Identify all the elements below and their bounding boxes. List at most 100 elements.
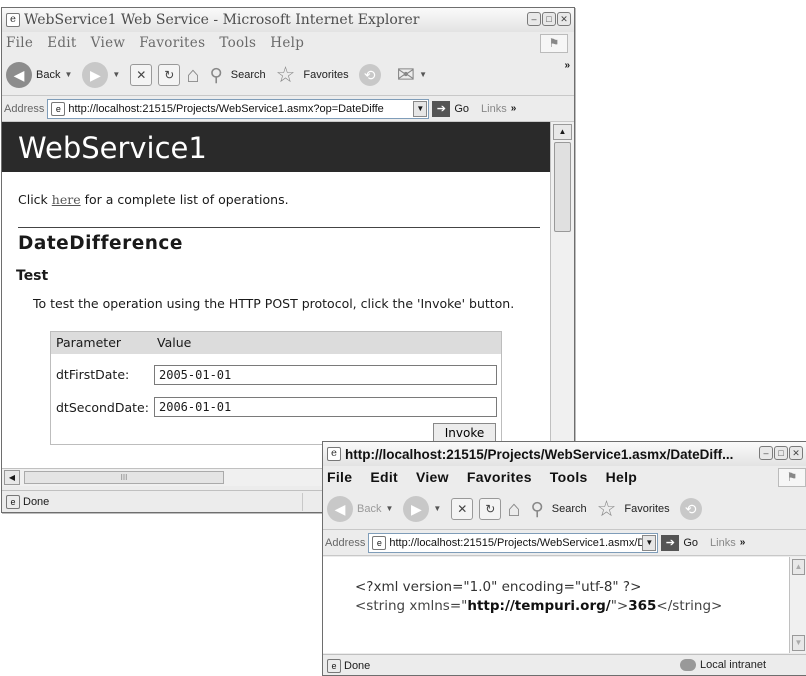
- favorites-button-label[interactable]: Favorites: [303, 69, 348, 81]
- address-label: Address: [4, 102, 45, 115]
- status-text: Done: [23, 495, 50, 508]
- title-bar[interactable]: e http://localhost:21515/Projects/WebSer…: [323, 442, 806, 466]
- menu-tools[interactable]: Tools: [550, 469, 588, 485]
- scroll-up-icon[interactable]: ▲: [553, 124, 572, 140]
- address-bar: Address e http://localhost:21515/Project…: [2, 96, 574, 122]
- menu-favorites[interactable]: Favorites: [139, 35, 205, 51]
- back-button-label[interactable]: Back: [36, 69, 60, 81]
- search-icon[interactable]: ⚲: [210, 64, 223, 86]
- intro-before: Click: [18, 192, 52, 207]
- forward-arrow-icon[interactable]: ▶: [403, 495, 430, 522]
- refresh-icon[interactable]: ↻: [479, 497, 502, 520]
- window-title: http://localhost:21515/Projects/WebServi…: [345, 446, 734, 462]
- operation-title: DateDifference: [18, 233, 183, 254]
- vertical-scrollbar[interactable]: ▲: [550, 122, 574, 468]
- forward-arrow-icon[interactable]: ▶: [82, 61, 109, 88]
- page-status-icon: e: [6, 494, 20, 509]
- menu-tools[interactable]: Tools: [219, 35, 256, 51]
- title-bar[interactable]: e WebService1 Web Service - Microsoft In…: [2, 8, 574, 32]
- mail-dropdown-icon[interactable]: ▼: [419, 70, 427, 79]
- ie-page-icon: e: [6, 13, 20, 27]
- address-bar: Address e http://localhost:21515/Project…: [323, 530, 806, 556]
- operations-intro: Click here for a complete list of operat…: [18, 192, 289, 207]
- maximize-button[interactable]: □: [774, 446, 788, 460]
- scroll-thumb[interactable]: [554, 142, 571, 232]
- menu-file[interactable]: File: [327, 469, 352, 485]
- close-button[interactable]: ✕: [557, 12, 571, 26]
- operations-list-link[interactable]: here: [52, 192, 81, 207]
- favorites-star-icon[interactable]: ☆: [597, 497, 617, 520]
- home-icon[interactable]: ⌂: [507, 497, 520, 520]
- toolbar-overflow-icon[interactable]: »: [564, 60, 570, 71]
- history-icon[interactable]: ⟲: [358, 63, 381, 86]
- history-icon[interactable]: ⟲: [679, 497, 702, 520]
- links-overflow-icon[interactable]: »: [511, 103, 517, 114]
- address-dropdown-icon[interactable]: ▼: [413, 100, 428, 117]
- scroll-up-icon[interactable]: ▲: [792, 559, 805, 575]
- status-text: Done: [344, 659, 371, 672]
- parameter-table: Parameter Value dtFirstDate: 2005-01-01 …: [50, 331, 502, 445]
- minimize-button[interactable]: –: [759, 446, 773, 460]
- xml-namespace: http://tempuri.org/: [467, 598, 611, 614]
- menu-help[interactable]: Help: [270, 35, 304, 51]
- address-field[interactable]: e http://localhost:21515/Projects/WebSer…: [368, 532, 659, 553]
- menu-view[interactable]: View: [416, 469, 449, 485]
- mail-icon[interactable]: ✉: [397, 63, 415, 86]
- menu-bar: File Edit View Favorites Tools Help ⚑: [2, 32, 574, 54]
- search-button-label[interactable]: Search: [231, 69, 266, 81]
- refresh-icon[interactable]: ↻: [158, 63, 181, 86]
- search-button-label[interactable]: Search: [552, 503, 587, 515]
- menu-help[interactable]: Help: [606, 469, 638, 485]
- address-dropdown-icon[interactable]: ▼: [642, 534, 657, 551]
- back-button-label[interactable]: Back: [357, 503, 381, 515]
- go-button-label[interactable]: Go: [683, 537, 698, 549]
- links-label[interactable]: Links: [481, 103, 507, 115]
- scroll-left-icon[interactable]: ◀: [4, 470, 20, 485]
- close-button[interactable]: ✕: [789, 446, 803, 460]
- invoke-button[interactable]: Invoke: [433, 423, 496, 443]
- address-url[interactable]: http://localhost:21515/Projects/WebServi…: [68, 103, 413, 115]
- maximize-button[interactable]: □: [542, 12, 556, 26]
- search-icon[interactable]: ⚲: [531, 498, 544, 520]
- vertical-scrollbar[interactable]: ▲ ▼: [789, 557, 806, 653]
- back-dropdown-icon[interactable]: ▼: [385, 504, 393, 513]
- go-arrow-icon[interactable]: ➔: [661, 534, 680, 551]
- menu-edit[interactable]: Edit: [370, 469, 398, 485]
- address-url[interactable]: http://localhost:21515/Projects/WebServi…: [389, 537, 642, 549]
- forward-dropdown-icon[interactable]: ▼: [112, 70, 120, 79]
- stop-icon[interactable]: ✕: [130, 63, 153, 86]
- favorites-star-icon[interactable]: ☆: [276, 63, 296, 86]
- back-arrow-icon[interactable]: ◀: [6, 61, 32, 88]
- standard-toolbar: ◀ Back ▼ ▶ ▼ ✕ ↻ ⌂ ⚲ Search ☆ Favorites …: [323, 488, 806, 530]
- page-status-icon: e: [327, 658, 341, 673]
- result-value: 365: [628, 598, 657, 614]
- intro-after: for a complete list of operations.: [80, 192, 289, 207]
- menu-edit[interactable]: Edit: [47, 35, 76, 51]
- stop-icon[interactable]: ✕: [451, 497, 474, 520]
- second-date-input[interactable]: 2006-01-01: [154, 397, 497, 417]
- home-icon[interactable]: ⌂: [186, 63, 199, 86]
- go-arrow-icon[interactable]: ➔: [432, 100, 451, 117]
- links-label[interactable]: Links: [710, 537, 736, 549]
- address-label: Address: [325, 536, 366, 549]
- menu-file[interactable]: File: [6, 35, 33, 51]
- first-date-input[interactable]: 2005-01-01: [154, 365, 497, 385]
- menu-favorites[interactable]: Favorites: [467, 469, 532, 485]
- menu-view[interactable]: View: [91, 35, 126, 51]
- go-button-label[interactable]: Go: [454, 103, 469, 115]
- scroll-down-icon[interactable]: ▼: [792, 635, 805, 651]
- page-content: WebService1 Click here for a complete li…: [2, 122, 550, 468]
- ie-window-webservice: e WebService1 Web Service - Microsoft In…: [1, 7, 575, 513]
- forward-dropdown-icon[interactable]: ▼: [433, 504, 441, 513]
- minimize-button[interactable]: –: [527, 12, 541, 26]
- ie-window-result: e http://localhost:21515/Projects/WebSer…: [322, 441, 806, 676]
- security-zone: Local intranet: [679, 659, 766, 671]
- favorites-button-label[interactable]: Favorites: [624, 503, 669, 515]
- back-arrow-icon[interactable]: ◀: [327, 495, 353, 522]
- horizontal-scroll-thumb[interactable]: III: [24, 471, 224, 484]
- address-field[interactable]: e http://localhost:21515/Projects/WebSer…: [47, 98, 430, 119]
- back-dropdown-icon[interactable]: ▼: [64, 70, 72, 79]
- table-header: Parameter Value: [51, 332, 501, 354]
- network-icon: [679, 659, 696, 671]
- links-overflow-icon[interactable]: »: [740, 537, 746, 548]
